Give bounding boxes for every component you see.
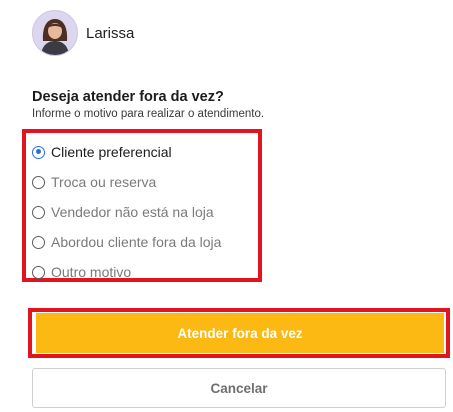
atender-fora-da-vez-button[interactable]: Atender fora da vez xyxy=(36,313,444,353)
radio-checked-icon[interactable] xyxy=(32,145,45,159)
question-subtitle: Informe o motivo para realizar o atendim… xyxy=(32,108,265,120)
avatar xyxy=(32,10,78,56)
option-label: Vendedor não está na loja xyxy=(51,204,214,220)
radio-unchecked-icon[interactable] xyxy=(32,205,45,219)
option-vendedor-nao-esta-na-loja[interactable]: Vendedor não está na loja xyxy=(32,204,214,220)
option-outro-motivo[interactable]: Outro motivo xyxy=(32,264,131,280)
option-cliente-preferencial[interactable]: Cliente preferencial xyxy=(32,144,172,160)
radio-unchecked-icon[interactable] xyxy=(32,235,45,249)
user-header: Larissa xyxy=(32,10,134,56)
question-title: Deseja atender fora da vez? xyxy=(32,89,224,105)
user-name: Larissa xyxy=(86,24,135,42)
option-label: Outro motivo xyxy=(51,264,132,280)
option-abordou-cliente-fora-da-loja[interactable]: Abordou cliente fora da loja xyxy=(32,234,221,250)
option-troca-ou-reserva[interactable]: Troca ou reserva xyxy=(32,174,156,190)
radio-unchecked-icon[interactable] xyxy=(32,265,45,279)
option-label: Troca ou reserva xyxy=(51,174,157,190)
option-label: Abordou cliente fora da loja xyxy=(51,234,222,250)
cancel-button[interactable]: Cancelar xyxy=(32,368,446,408)
option-label: Cliente preferencial xyxy=(51,144,172,160)
radio-unchecked-icon[interactable] xyxy=(32,175,45,189)
user-avatar-icon xyxy=(33,11,77,55)
